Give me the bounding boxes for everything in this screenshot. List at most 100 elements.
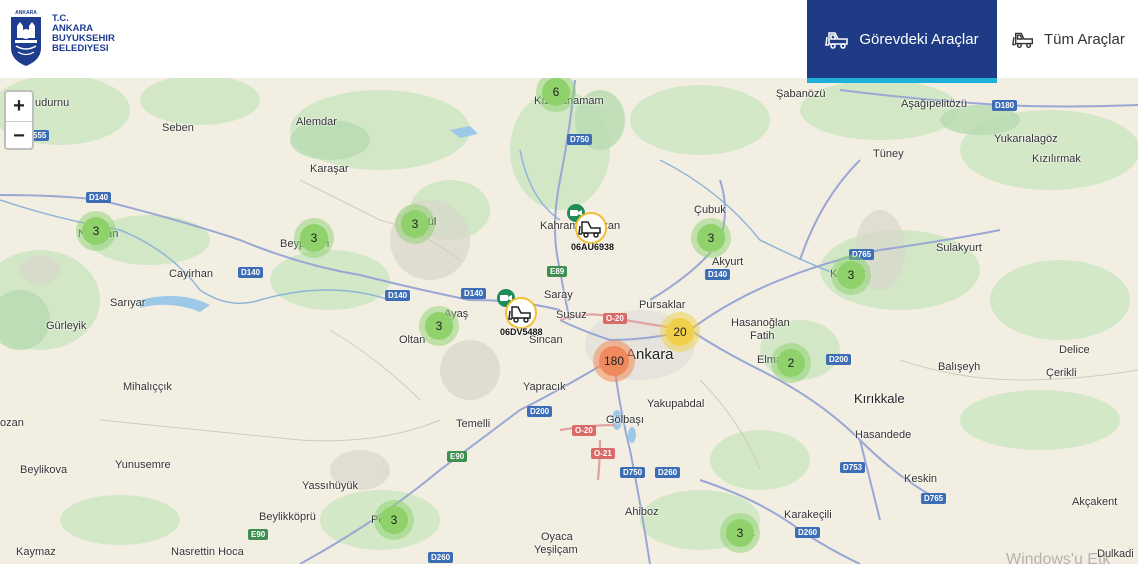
road-shield: D140 (705, 269, 731, 280)
place-label: Kırıkkale (854, 391, 905, 406)
place-label: Susuz (556, 309, 587, 321)
road-shield: D200 (826, 354, 852, 365)
cluster-count: 3 (411, 217, 419, 231)
municipality-logo[interactable]: ANKARA T.C. ANKARA BUYUKSEHIR BELEDIYESI (8, 8, 115, 68)
place-label: Balışeyh (938, 361, 981, 373)
place-label: Alemdar (296, 116, 337, 128)
logo-line: BELEDIYESI (52, 43, 109, 54)
vehicle-cluster[interactable]: 180 (593, 340, 635, 382)
place-label: Delice (1059, 344, 1090, 356)
cluster-count: 180 (603, 354, 625, 368)
place-label: udurnu (35, 97, 70, 109)
place-label: Pursaklar (639, 299, 686, 311)
vehicle-cluster[interactable]: 3 (294, 218, 334, 258)
cluster-count: 3 (435, 319, 443, 333)
cluster-count: 3 (736, 526, 744, 540)
place-label: Çubuk (694, 204, 726, 216)
app-header: ANKARA T.C. ANKARA BUYUKSEHIR BELEDIYESI… (0, 0, 1138, 83)
ankara-emblem-icon: ANKARA (11, 10, 41, 66)
place-label: Akçakent (1072, 496, 1118, 508)
tab-label: Görevdeki Araçlar (859, 30, 979, 48)
place-label: Karaşar (310, 163, 349, 175)
road-shield: D753 (840, 462, 866, 473)
road-shield: D750 (567, 134, 593, 145)
place-label: Beylikova (20, 464, 68, 476)
place-label: Kaymaz (16, 546, 56, 558)
snowplow-icon (1012, 32, 1033, 49)
place-label: Hasanoğlan (731, 317, 790, 329)
vehicle-cluster[interactable]: 3 (691, 218, 731, 258)
vehicle-plate: 06DV5488 (500, 327, 543, 337)
place-label: Yapracık (523, 381, 566, 393)
vehicle-plate: 06AU6938 (571, 242, 615, 252)
place-label: Mihalıççık (123, 381, 172, 393)
place-label: Yassıhüyük (302, 480, 359, 492)
cluster-count: 3 (847, 268, 855, 282)
place-label: Yukarıalagöz (994, 133, 1058, 145)
vehicle-cluster[interactable]: 3 (419, 306, 459, 346)
place-label: Hasandede (855, 429, 912, 441)
map-base-layer (0, 78, 1138, 564)
place-label: Kızılırmak (1032, 153, 1081, 165)
road-shield: D765 (921, 493, 947, 504)
zoom-control: + − (4, 90, 34, 150)
cluster-count: 3 (92, 224, 100, 238)
snowplow-icon (825, 32, 849, 49)
place-label: Beylikköprü (259, 511, 316, 523)
road-shield: D260 (655, 467, 681, 478)
snowplow-icon (575, 212, 607, 244)
os-activation-watermark: Windows'u Etk (1006, 551, 1111, 564)
place-label: ozan (0, 417, 24, 429)
cluster-count: 20 (673, 325, 687, 339)
road-shield: D140 (385, 290, 411, 301)
place-label: Akyurt (712, 256, 744, 268)
vehicle-cluster[interactable]: 3 (720, 513, 760, 553)
vehicle-cluster[interactable]: 3 (831, 255, 871, 295)
place-label: Yakupabdal (647, 398, 705, 410)
road-shield: D140 (461, 288, 487, 299)
place-label: Seben (162, 122, 194, 134)
tab-label: Tüm Araçlar (1044, 30, 1125, 48)
vehicle-cluster[interactable]: 20 (660, 312, 700, 352)
place-label: Saray (544, 289, 573, 301)
place-label: Sarıyar (110, 297, 146, 309)
cluster-count: 3 (707, 231, 715, 245)
place-label: Gölbaşı (606, 414, 644, 426)
snowplow-icon (505, 297, 537, 329)
vehicle-cluster[interactable]: 3 (76, 211, 116, 251)
place-label: Oyaca (541, 531, 573, 543)
place-label: Yeşilçam (534, 544, 578, 556)
vehicle-cluster[interactable]: 3 (395, 204, 435, 244)
road-shield: D200 (527, 406, 553, 417)
road-shield: D750 (620, 467, 646, 478)
road-shield: E90 (447, 451, 468, 462)
road-shield: D140 (238, 267, 264, 278)
zoom-in-button[interactable]: + (6, 92, 32, 122)
road-shield: D260 (428, 552, 454, 563)
place-label: Karakeçili (784, 509, 832, 521)
road-shield: D180 (992, 100, 1018, 111)
place-label: Temelli (456, 418, 491, 430)
vehicle-cluster[interactable]: 3 (374, 500, 414, 540)
logo-text: T.C. ANKARA BUYUKSEHIR BELEDIYESI (52, 14, 115, 54)
place-label: Ahiboz (625, 506, 659, 518)
road-shield: D140 (86, 192, 112, 203)
vehicle-cluster[interactable]: 2 (771, 343, 811, 383)
place-label: Yunusemre (115, 459, 171, 471)
cluster-count: 2 (787, 356, 795, 370)
road-shield: E89 (547, 266, 568, 277)
tab-active-vehicles[interactable]: Görevdeki Araçlar (807, 0, 997, 83)
road-shield: D260 (795, 527, 821, 538)
cluster-count: 6 (552, 85, 560, 99)
svg-text:ANKARA: ANKARA (15, 10, 37, 16)
place-label: Tüney (873, 148, 904, 160)
place-label: Fatih (750, 330, 775, 342)
place-label: Sulakyurt (936, 242, 982, 254)
map-canvas[interactable]: Kızılcahamam Şabanözü Aşağıpelitözü udur… (0, 78, 1138, 564)
cluster-count: 3 (310, 231, 318, 245)
tab-all-vehicles[interactable]: Tüm Araçlar (1004, 0, 1138, 78)
zoom-out-button[interactable]: − (6, 122, 32, 151)
road-shield: O-20 (603, 313, 627, 324)
road-shield: O-21 (591, 448, 615, 459)
place-label: Nasrettin Hoca (171, 546, 244, 558)
